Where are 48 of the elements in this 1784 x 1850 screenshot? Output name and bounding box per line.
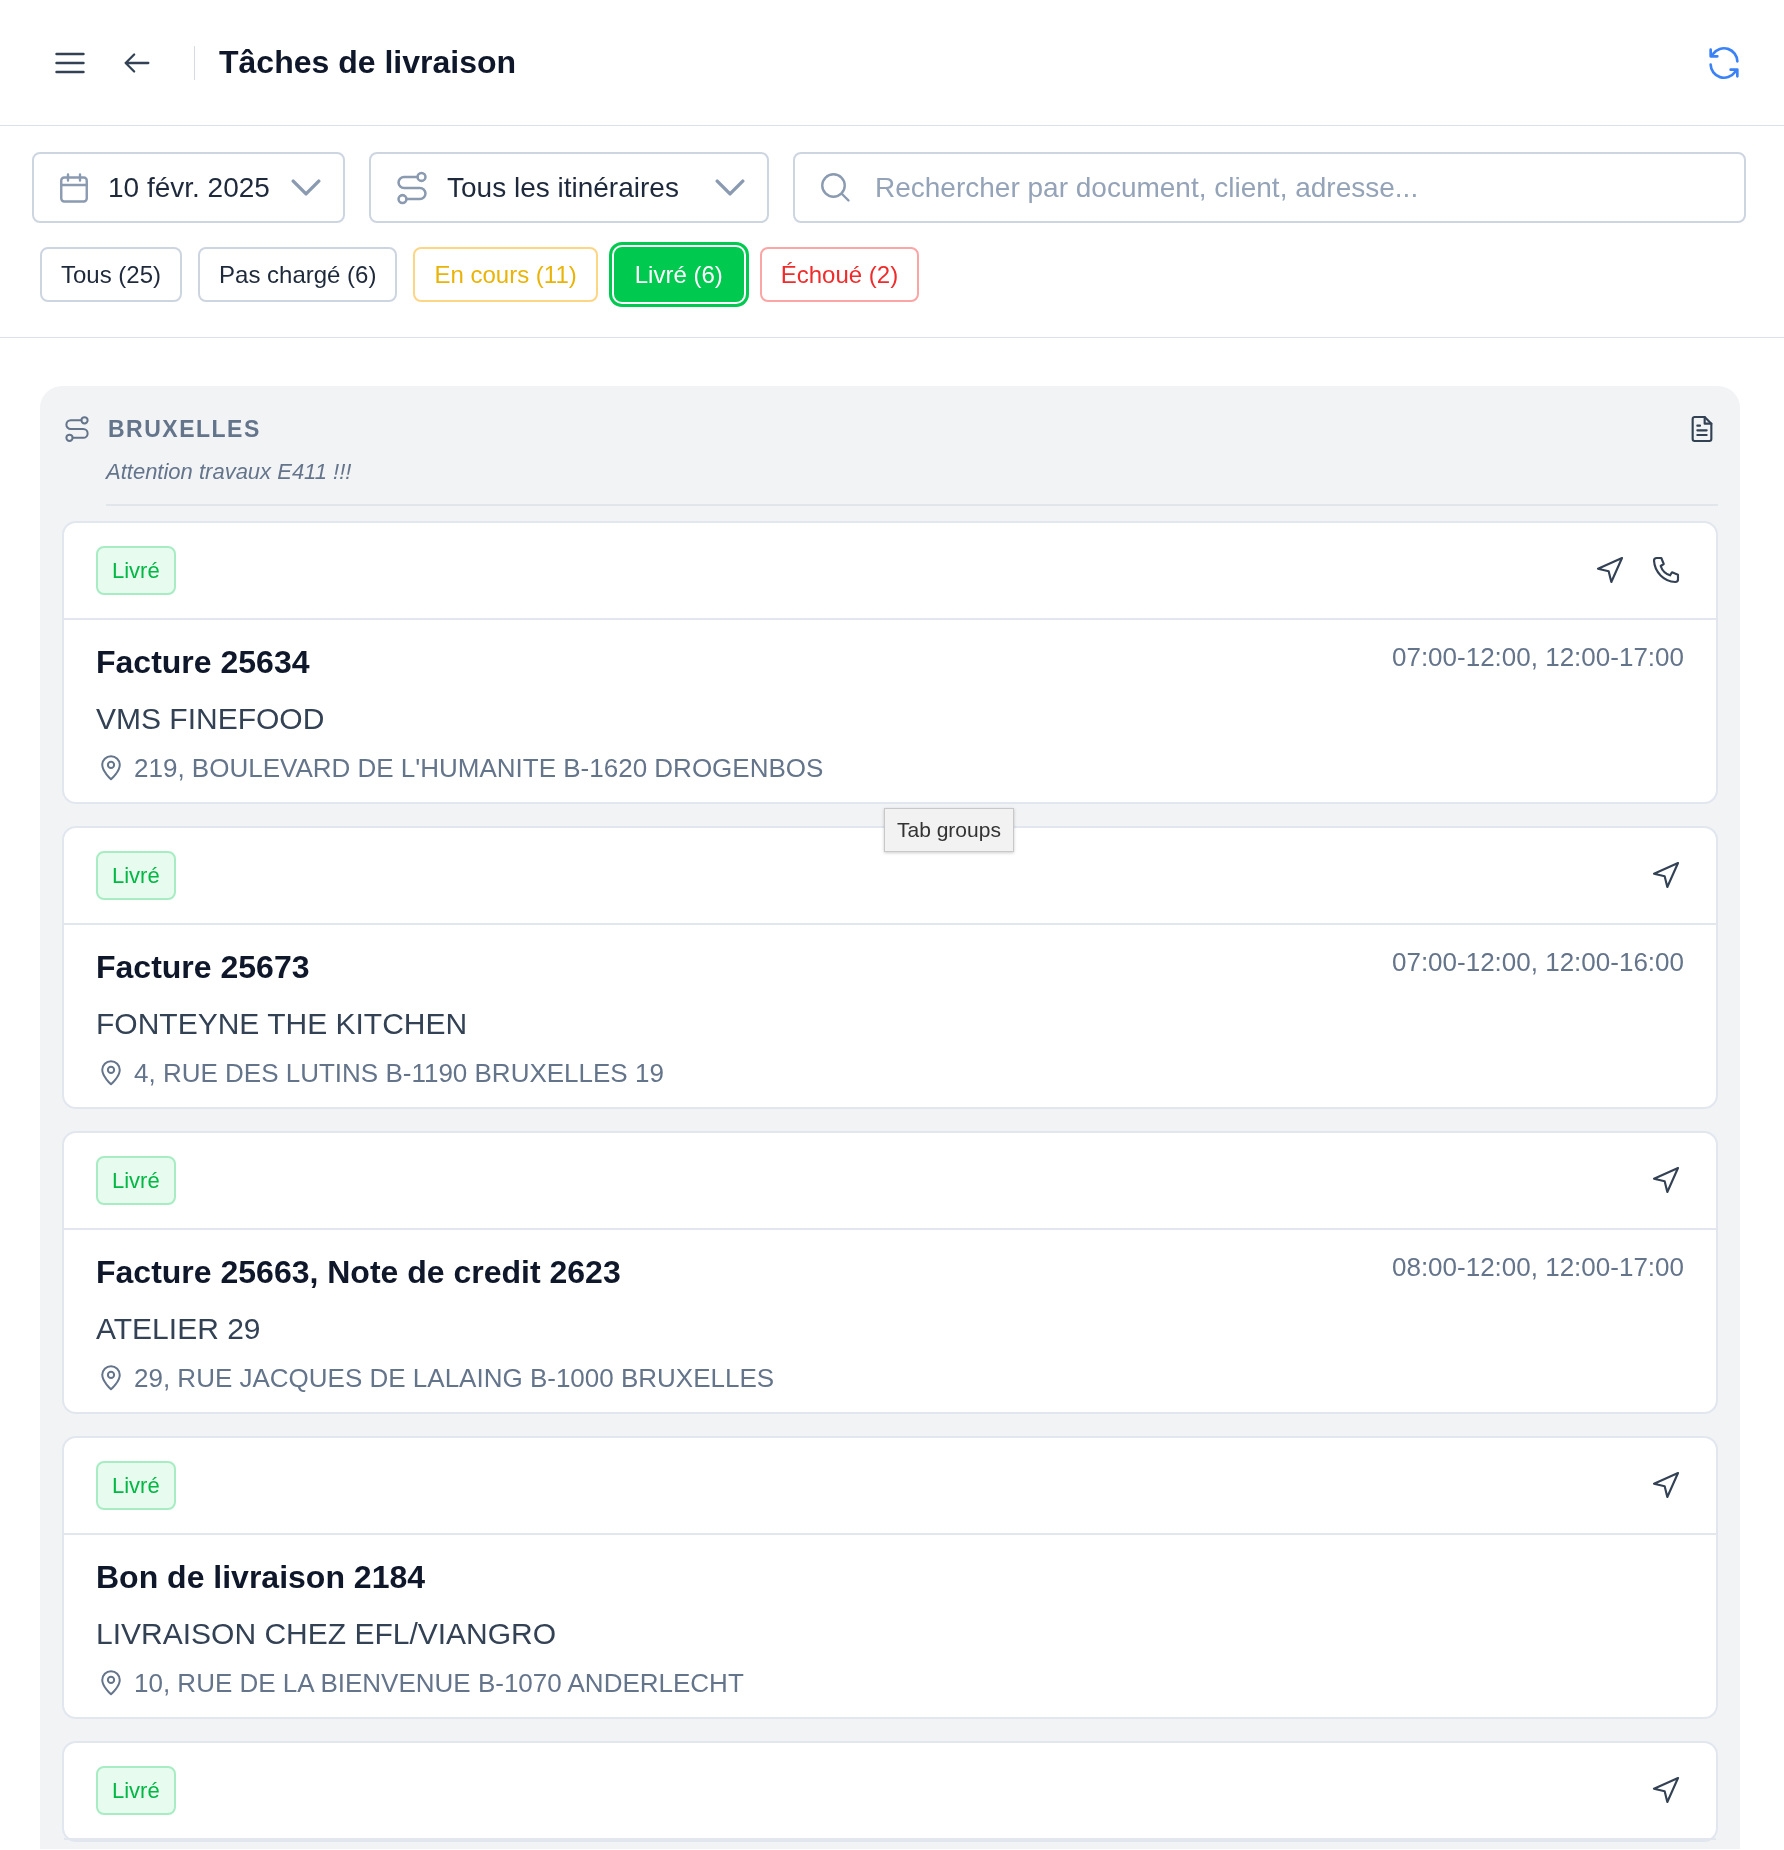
route-name: BRUXELLES [108, 415, 261, 444]
time-windows: 07:00-12:00, 12:00-17:00 [1391, 637, 1684, 677]
route-note: Attention travaux E411 !!! [106, 454, 1718, 506]
date-picker[interactable]: 10 févr. 2025 [32, 152, 345, 223]
navigate-button[interactable] [1650, 1774, 1682, 1806]
tooltip: Tab groups [884, 808, 1014, 852]
address: 10, RUE DE LA BIENVENUE B-1070 ANDERLECHT [134, 1666, 744, 1700]
navigate-button[interactable] [1650, 859, 1682, 891]
document-reference: Bon de livraison 2184 [96, 1557, 425, 1597]
document-reference: Facture 25663, Note de credit 2623 [96, 1252, 621, 1292]
document-reference: Facture 25634 [96, 642, 310, 682]
address: 4, RUE DES LUTINS B-1190 BRUXELLES 19 [134, 1056, 664, 1090]
navigation-arrow-icon [1650, 1774, 1682, 1806]
navigation-arrow-icon [1594, 554, 1626, 586]
route-icon [62, 414, 92, 445]
status-filter-tab[interactable]: Pas chargé (6) [198, 247, 398, 302]
status-filter-tab[interactable]: Échoué (2) [759, 247, 920, 302]
status-filter-tab[interactable]: Tous (25) [40, 247, 183, 302]
navigation-arrow-icon [1650, 859, 1682, 891]
status-badge: Livré [96, 1155, 176, 1205]
status-badge: Livré [96, 1765, 176, 1815]
call-button[interactable] [1650, 554, 1682, 586]
address: 219, BOULEVARD DE L'HUMANITE B-1620 DROGENBOS [134, 751, 824, 785]
route-dropdown[interactable]: Tous les itinéraires [369, 152, 769, 223]
time-windows: 08:00-12:00, 12:00-17:00 [1391, 1247, 1684, 1287]
navigation-arrow-icon [1650, 1164, 1682, 1196]
navigate-button[interactable] [1594, 554, 1626, 586]
chevron-icon [291, 179, 321, 196]
navigate-button[interactable] [1650, 1469, 1682, 1501]
status-badge: Livré [96, 1460, 176, 1510]
delivery-card[interactable]: Livré Facture 25634 07:00-12:00, 12:00-17:00 VMS FINEFOOD 219, BOULEVARD DE L'HUMANITE B-1620 DROGENBOS [62, 520, 1718, 804]
document-reference: Facture 25673 [96, 947, 310, 987]
status-badge: Livré [96, 545, 176, 595]
customer-name: ATELIER 29 [96, 1311, 261, 1345]
search-field[interactable]: Rechercher par document, client, adresse... [793, 152, 1746, 223]
delivery-card[interactable]: Livré Bon de livraison 2184 LIVRAISON CHEZ EFL/VIANGRO 10, RUE DE LA BIENVENUE B-1070 ANDERLECHT [62, 1435, 1718, 1719]
delivery-card[interactable]: Livré Facture 25663, Note de credit 2623 08:00-12:00, 12:00-17:00 ATELIER 29 29, RUE JACQUES DE LALAING B-1000 BRUXELLES [62, 1130, 1718, 1414]
address: 29, RUE JACQUES DE LALAING B-1000 BRUXELLES [134, 1361, 775, 1395]
customer-name: VMS FINEFOOD [96, 701, 325, 735]
page-title: Tâches de livraison [219, 43, 516, 82]
chevron-icon [715, 179, 745, 196]
status-badge: Livré [96, 850, 176, 900]
time-windows: 07:00-12:00, 12:00-16:00 [1391, 942, 1684, 982]
customer-name: LIVRAISON CHEZ EFL/VIANGRO [96, 1616, 557, 1650]
navigate-button[interactable] [1650, 1164, 1682, 1196]
phone-icon [1650, 554, 1682, 586]
customer-name: FONTEYNE THE KITCHEN [96, 1006, 468, 1040]
navigation-arrow-icon [1650, 1469, 1682, 1501]
